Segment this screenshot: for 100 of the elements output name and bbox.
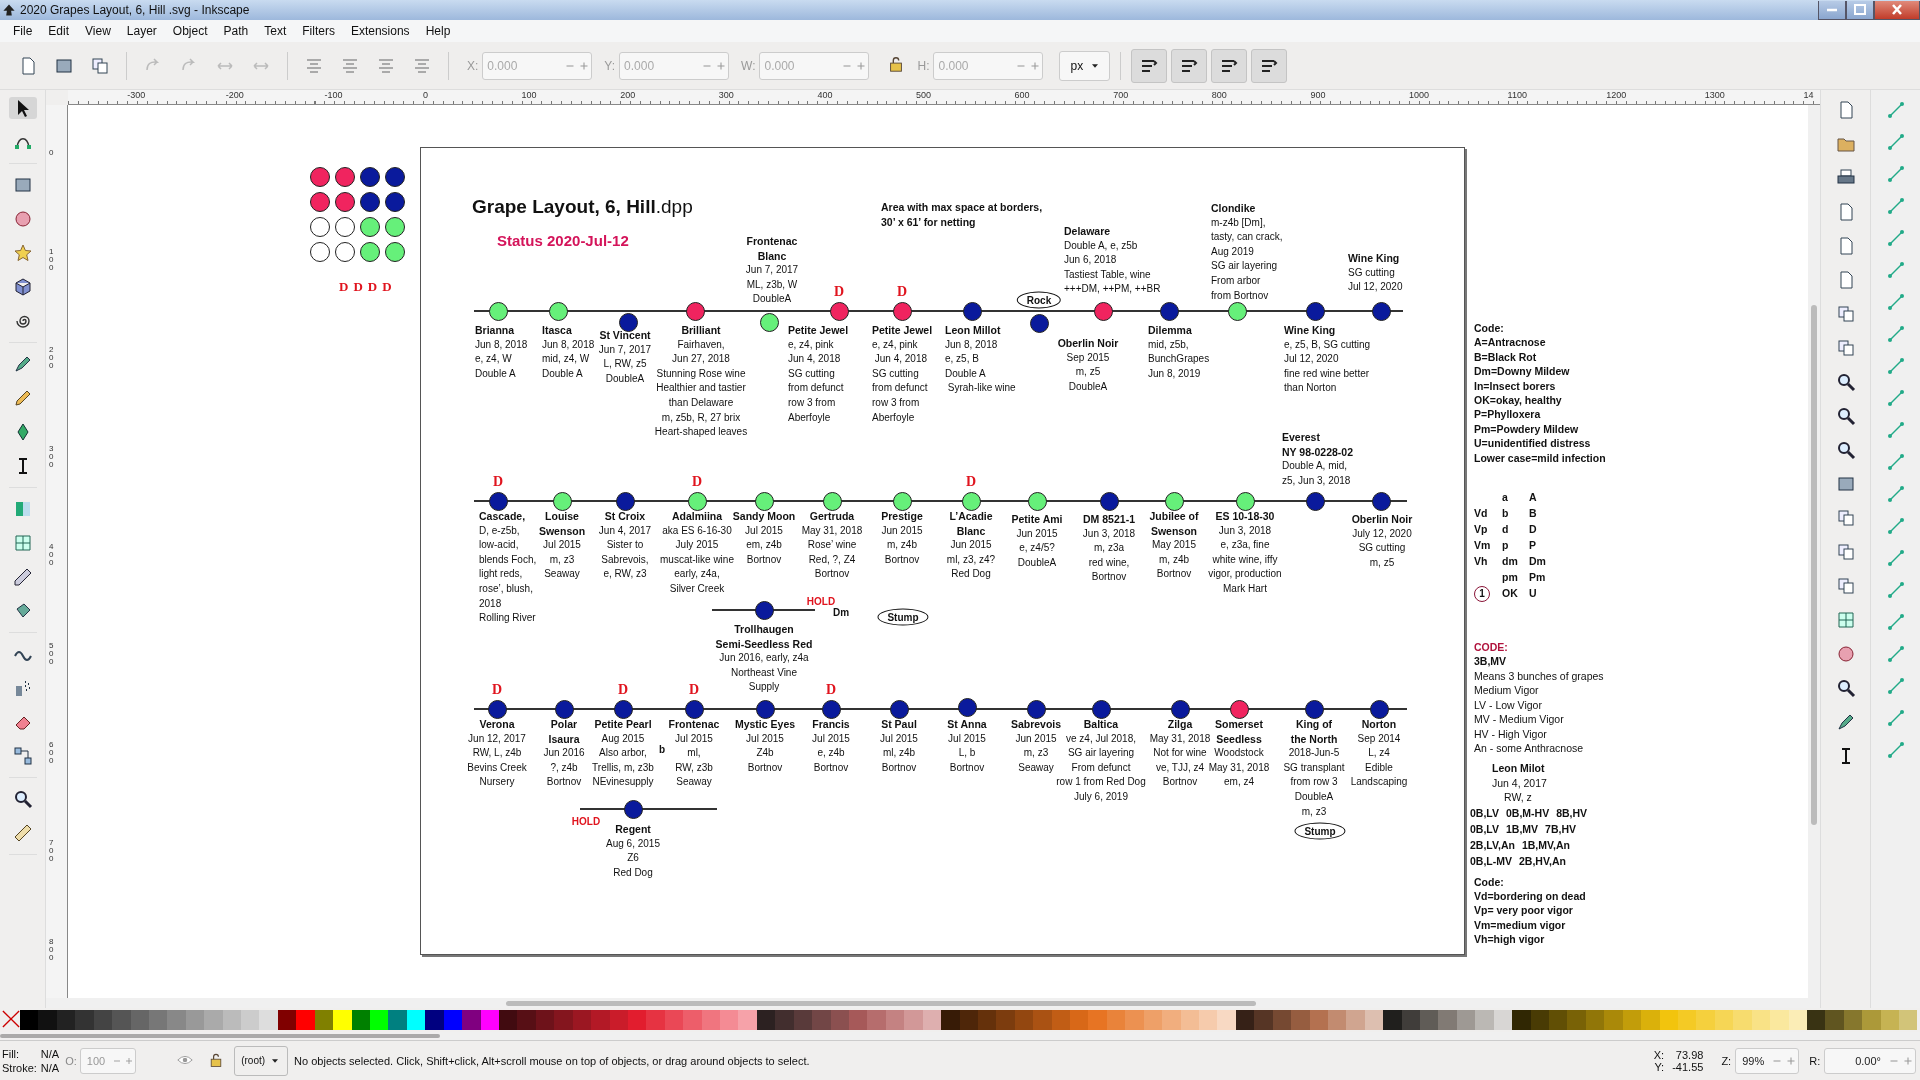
color-swatch[interactable]: [646, 1010, 665, 1030]
line-nodes-icon[interactable]: [1885, 164, 1906, 184]
scale-option-button[interactable]: [1171, 48, 1208, 83]
copy-icon[interactable]: [1835, 542, 1856, 562]
color-swatch[interactable]: [333, 1010, 352, 1030]
menu-item[interactable]: Object: [165, 22, 215, 40]
layer-dropdown[interactable]: (root): [234, 1045, 289, 1076]
color-swatch[interactable]: [1199, 1010, 1218, 1030]
line-nodes-icon[interactable]: [1885, 676, 1906, 696]
menu-item[interactable]: Filters: [295, 22, 342, 40]
line-nodes-icon[interactable]: [1885, 420, 1906, 440]
menu-item[interactable]: Extensions: [343, 22, 417, 40]
circle-icon[interactable]: [1835, 644, 1856, 664]
color-swatch[interactable]: [517, 1010, 536, 1030]
zoom-field[interactable]: 99%: [1735, 1047, 1800, 1074]
color-swatch[interactable]: [867, 1010, 886, 1030]
color-swatch[interactable]: [1125, 1010, 1144, 1030]
line-nodes-icon[interactable]: [1885, 484, 1906, 504]
color-swatch[interactable]: [941, 1010, 960, 1030]
color-swatch[interactable]: [1549, 1010, 1568, 1030]
color-swatch[interactable]: [241, 1010, 260, 1030]
grid-icon[interactable]: [1835, 610, 1856, 630]
star-icon[interactable]: [12, 243, 33, 263]
menu-item[interactable]: File: [6, 22, 40, 40]
color-swatch[interactable]: [1641, 1010, 1660, 1030]
color-swatch[interactable]: [1088, 1010, 1107, 1030]
color-swatch[interactable]: [1420, 1010, 1439, 1030]
color-swatch[interactable]: [683, 1010, 702, 1030]
line-nodes-icon[interactable]: [1885, 644, 1906, 664]
minimize-button[interactable]: [1818, 0, 1846, 20]
magnifier-icon[interactable]: [1835, 678, 1856, 698]
color-swatch[interactable]: [1254, 1010, 1273, 1030]
cube-icon[interactable]: [12, 277, 33, 297]
dropper-icon[interactable]: [12, 567, 33, 587]
copy-icon[interactable]: [1835, 338, 1856, 358]
color-swatch[interactable]: [904, 1010, 923, 1030]
scale-option-button[interactable]: [1251, 48, 1288, 83]
line-nodes-icon[interactable]: [1885, 516, 1906, 536]
color-swatch[interactable]: [1733, 1010, 1752, 1030]
close-button[interactable]: [1874, 0, 1920, 20]
color-swatch[interactable]: [167, 1010, 186, 1030]
color-swatch[interactable]: [1475, 1010, 1494, 1030]
line-nodes-icon[interactable]: [1885, 452, 1906, 472]
color-swatch[interactable]: [720, 1010, 739, 1030]
magnifier-icon[interactable]: [1835, 372, 1856, 392]
scrollbar-thumb[interactable]: [1811, 305, 1817, 825]
line-nodes-icon[interactable]: [1885, 740, 1906, 760]
color-swatch[interactable]: [1383, 1010, 1402, 1030]
line-nodes-icon[interactable]: [1885, 228, 1906, 248]
color-swatch[interactable]: [1291, 1010, 1310, 1030]
circle-icon[interactable]: [12, 209, 33, 229]
color-swatch[interactable]: [812, 1010, 831, 1030]
line-nodes-icon[interactable]: [1885, 580, 1906, 600]
menu-item[interactable]: Layer: [119, 22, 164, 40]
color-swatch[interactable]: [996, 1010, 1015, 1030]
line-nodes-icon[interactable]: [1885, 292, 1906, 312]
scrollbar-thumb[interactable]: [0, 1034, 440, 1038]
color-swatch[interactable]: [1567, 1010, 1586, 1030]
scale-option-button[interactable]: [1211, 48, 1248, 83]
color-swatch[interactable]: [1604, 1010, 1623, 1030]
rectangle-icon[interactable]: [12, 175, 33, 195]
color-swatch[interactable]: [75, 1010, 94, 1030]
color-swatch[interactable]: [204, 1010, 223, 1030]
menu-item[interactable]: Help: [418, 22, 458, 40]
magnifier-icon[interactable]: [1835, 440, 1856, 460]
menu-item[interactable]: Path: [216, 22, 256, 40]
line-nodes-icon[interactable]: [1885, 196, 1906, 216]
color-swatch[interactable]: [1070, 1010, 1089, 1030]
line-nodes-icon[interactable]: [1885, 324, 1906, 344]
pencil-icon[interactable]: [12, 388, 33, 408]
color-swatch[interactable]: [1512, 1010, 1531, 1030]
copy-icon[interactable]: [1835, 576, 1856, 596]
copy-icon[interactable]: [1835, 304, 1856, 324]
line-nodes-icon[interactable]: [1885, 388, 1906, 408]
magnifier-icon[interactable]: [1835, 406, 1856, 426]
color-swatch[interactable]: [738, 1010, 757, 1030]
color-swatch[interactable]: [1346, 1010, 1365, 1030]
menu-item[interactable]: View: [78, 22, 118, 40]
scale-option-button[interactable]: [1131, 48, 1168, 83]
pen-icon[interactable]: [1835, 712, 1856, 732]
color-swatch[interactable]: [1696, 1010, 1715, 1030]
color-swatch[interactable]: [1217, 1010, 1236, 1030]
color-swatch[interactable]: [296, 1010, 315, 1030]
unit-dropdown[interactable]: px: [1059, 50, 1111, 81]
color-swatch[interactable]: [425, 1010, 444, 1030]
color-swatch[interactable]: [259, 1010, 278, 1030]
color-swatch[interactable]: [775, 1010, 794, 1030]
magnifier-icon[interactable]: [12, 789, 33, 809]
maximize-button[interactable]: [1846, 0, 1874, 20]
ruler-icon[interactable]: [12, 823, 33, 843]
color-swatch[interactable]: [1825, 1010, 1844, 1030]
none-swatch-icon[interactable]: [2, 1010, 20, 1028]
line-nodes-icon[interactable]: [1885, 708, 1906, 728]
color-swatch[interactable]: [1033, 1010, 1052, 1030]
color-swatch[interactable]: [20, 1010, 39, 1030]
copy-icon[interactable]: [1835, 508, 1856, 528]
line-nodes-icon[interactable]: [1885, 612, 1906, 632]
color-swatch[interactable]: [1899, 1010, 1918, 1030]
pen-icon[interactable]: [12, 354, 33, 374]
line-nodes-icon[interactable]: [1885, 100, 1906, 120]
